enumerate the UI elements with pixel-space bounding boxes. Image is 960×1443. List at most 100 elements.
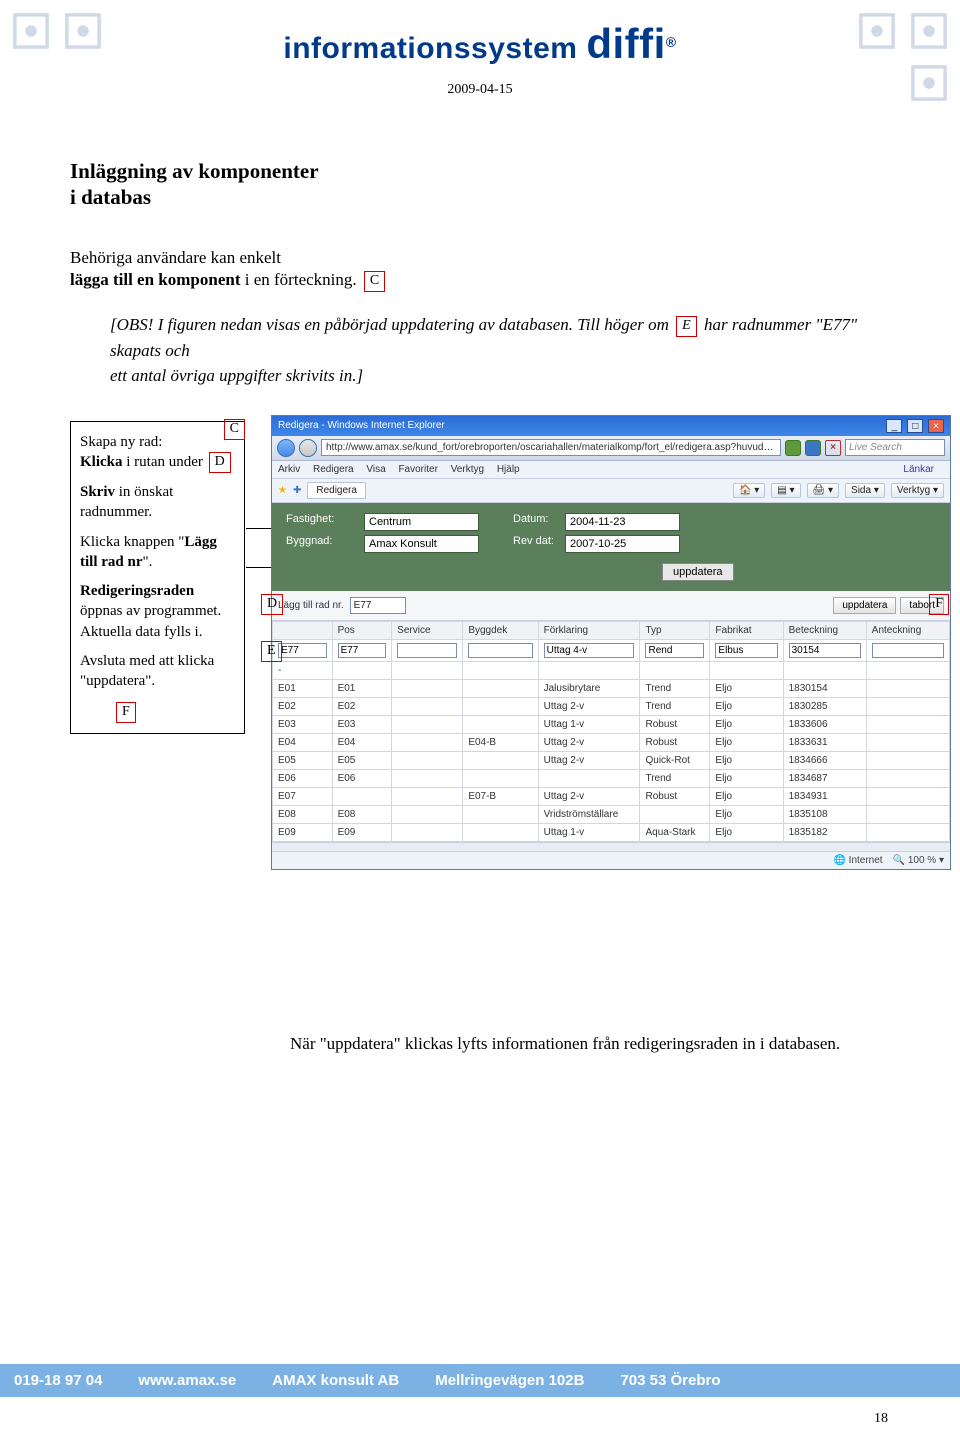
page-footer: 019-18 97 04 www.amax.se AMAX konsult AB… — [0, 1364, 960, 1397]
table-cell: 1833631 — [783, 733, 866, 751]
table-cell: E05 — [273, 751, 333, 769]
menu-visa[interactable]: Visa — [366, 464, 385, 475]
stop-button[interactable]: × — [825, 440, 841, 456]
table-row[interactable]: E01E01JalusibrytareTrendEljo1830154 — [273, 679, 950, 697]
home-button[interactable]: 🏠 ▾ — [733, 483, 765, 498]
table-cell: Eljo — [710, 697, 783, 715]
table-cell: 1833606 — [783, 715, 866, 733]
table-cell — [463, 823, 538, 841]
address-bar[interactable]: http://www.amax.se/kund_fort/orebroporte… — [321, 439, 781, 456]
back-button[interactable] — [277, 439, 295, 457]
table-cell: E08 — [332, 805, 392, 823]
table-cell: E09 — [273, 823, 333, 841]
feed-button[interactable]: ▤ ▾ — [771, 483, 800, 498]
uppdatera-button-top[interactable]: uppdatera — [662, 563, 734, 581]
edit-cell-input[interactable] — [338, 643, 387, 658]
maximize-button[interactable]: □ — [907, 419, 923, 433]
status-zoom[interactable]: 🔍 100 % ▾ — [893, 855, 944, 866]
edit-cell-input[interactable] — [397, 643, 457, 658]
table-header: Anteckning — [866, 621, 949, 639]
table-row[interactable]: - — [273, 661, 950, 679]
nav-toolbar: http://www.amax.se/kund_fort/orebroporte… — [272, 436, 950, 461]
status-bar: Internet 🔍 100 % ▾ — [272, 852, 950, 869]
table-cell — [866, 769, 949, 787]
table-row[interactable]: E03E03Uttag 1-vRobustEljo1833606 — [273, 715, 950, 733]
table-cell: 1830154 — [783, 679, 866, 697]
table-cell: Robust — [640, 733, 710, 751]
table-row[interactable]: E08E08VridströmställareEljo1835108 — [273, 805, 950, 823]
footer-company: AMAX konsult AB — [272, 1372, 399, 1389]
table-header: Typ — [640, 621, 710, 639]
tools-dropdown[interactable]: Verktyg ▾ — [891, 483, 944, 498]
table-cell: E06 — [332, 769, 392, 787]
table-cell: Uttag 2-v — [538, 751, 640, 769]
edit-cell-input[interactable] — [715, 643, 777, 658]
uppdatera-button[interactable]: uppdatera — [833, 597, 896, 614]
browser-tab[interactable]: Redigera — [307, 482, 366, 499]
table-cell — [866, 715, 949, 733]
sb-2a: Skriv — [80, 484, 115, 500]
table-row[interactable]: E05E05Uttag 2-vQuick-RotEljo1834666 — [273, 751, 950, 769]
edit-cell-input[interactable] — [544, 643, 635, 658]
table-header: Fabrikat — [710, 621, 783, 639]
table-cell — [332, 661, 392, 679]
table-row[interactable]: E06E06TrendEljo1834687 — [273, 769, 950, 787]
table-row[interactable]: E02E02Uttag 2-vTrendEljo1830285 — [273, 697, 950, 715]
byggnad-label: Byggnad: — [286, 535, 356, 553]
table-cell: Eljo — [710, 823, 783, 841]
table-cell — [392, 823, 463, 841]
table-cell: Uttag 2-v — [538, 697, 640, 715]
instructions-sidebar: C Skapa ny rad: Klicka i rutan under D S… — [70, 421, 245, 734]
table-cell — [463, 751, 538, 769]
edit-cell-input[interactable] — [468, 643, 532, 658]
horizontal-scrollbar[interactable] — [272, 842, 950, 852]
menu-bar: Arkiv Redigera Visa Favoriter Verktyg Hj… — [272, 461, 950, 479]
menu-favoriter[interactable]: Favoriter — [398, 464, 437, 475]
datum-value: 2004-11-23 — [565, 513, 680, 531]
table-cell — [392, 697, 463, 715]
table-row[interactable]: E07E07-BUttag 2-vRobustEljo1834931 — [273, 787, 950, 805]
table-cell: E05 — [332, 751, 392, 769]
registered-icon: ® — [666, 34, 677, 50]
revdat-label: Rev dat: — [487, 535, 557, 553]
table-row[interactable]: E04E04E04-BUttag 2-vRobustEljo1833631 — [273, 733, 950, 751]
table-cell — [538, 661, 640, 679]
table-cell: E08 — [273, 805, 333, 823]
table-cell — [392, 733, 463, 751]
search-input[interactable]: Live Search — [845, 439, 945, 456]
table-cell — [866, 697, 949, 715]
table-cell — [866, 733, 949, 751]
table-cell: E02 — [332, 697, 392, 715]
edit-cell-input[interactable] — [645, 643, 704, 658]
add-row-label[interactable]: Lägg till rad nr. — [278, 600, 344, 611]
minimize-button[interactable]: _ — [886, 419, 902, 433]
edit-cell-input[interactable] — [872, 643, 944, 658]
table-cell: E07-B — [463, 787, 538, 805]
print-button[interactable]: 🖨 ▾ — [807, 483, 840, 498]
close-button[interactable]: × — [928, 419, 944, 433]
sb-1b: Klicka — [80, 454, 123, 470]
forward-button[interactable] — [299, 439, 317, 457]
menu-verktyg[interactable]: Verktyg — [451, 464, 484, 475]
table-cell: - — [273, 661, 333, 679]
table-cell — [866, 787, 949, 805]
table-cell: E04 — [273, 733, 333, 751]
table-cell — [463, 769, 538, 787]
refresh-button[interactable] — [805, 440, 821, 456]
tab-toolbar: ★ ✚ Redigera 🏠 ▾ ▤ ▾ 🖨 ▾ Sida ▾ Verktyg … — [272, 479, 950, 503]
menu-redigera[interactable]: Redigera — [313, 464, 354, 475]
table-cell — [392, 679, 463, 697]
go-button[interactable] — [785, 440, 801, 456]
table-row[interactable]: E09E09Uttag 1-vAqua-StarkEljo1835182 — [273, 823, 950, 841]
edit-cell-input[interactable] — [789, 643, 861, 658]
links-dropdown[interactable]: Länkar — [903, 464, 934, 475]
menu-hjalp[interactable]: Hjälp — [497, 464, 520, 475]
table-cell: Quick-Rot — [640, 751, 710, 769]
table-cell: Robust — [640, 715, 710, 733]
page-dropdown[interactable]: Sida ▾ — [845, 483, 885, 498]
add-row-input[interactable]: E77 — [350, 597, 406, 614]
table-cell — [640, 661, 710, 679]
edit-cell-input[interactable] — [278, 643, 327, 658]
menu-arkiv[interactable]: Arkiv — [278, 464, 300, 475]
table-cell: E07 — [273, 787, 333, 805]
